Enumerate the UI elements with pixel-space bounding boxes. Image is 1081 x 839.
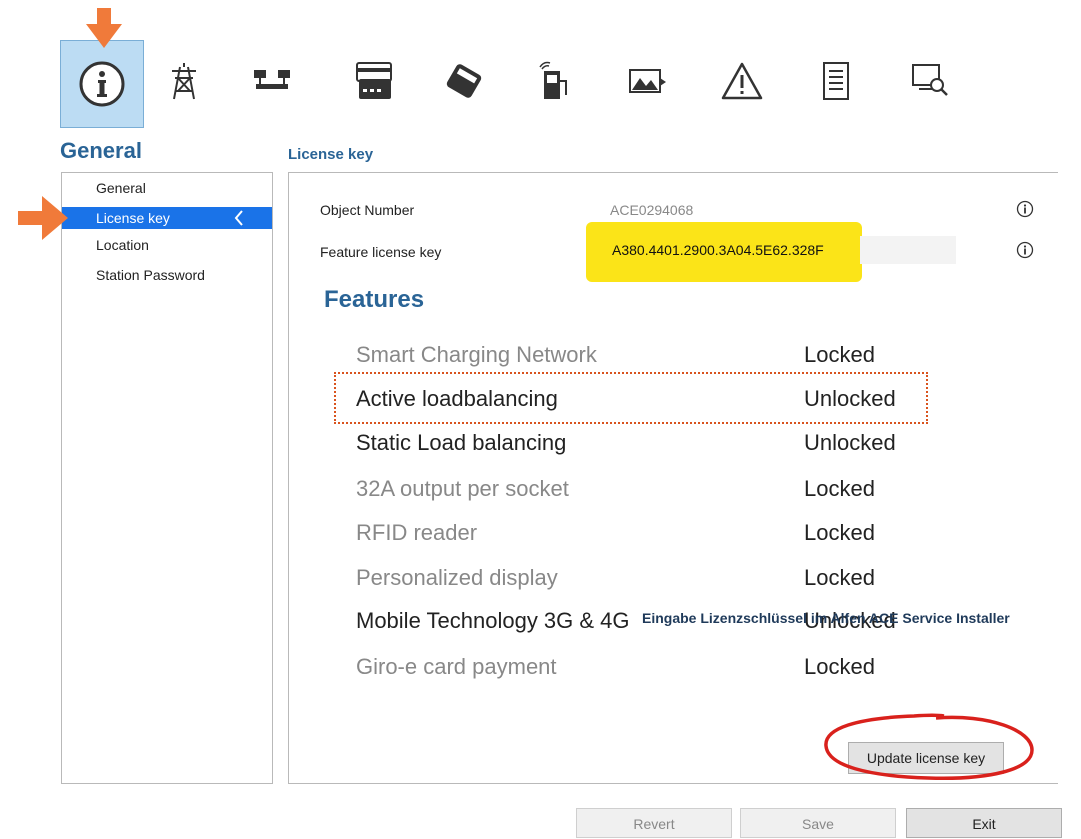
network-nodes-icon [254, 70, 290, 89]
payment-terminal-icon [446, 64, 482, 98]
feature-status: Unlocked [804, 430, 896, 455]
sidebar-item-label: Location [96, 237, 149, 253]
feature-name: Active loadbalancing [356, 386, 558, 411]
card-reader-icon [356, 62, 392, 99]
display-image-icon [629, 69, 666, 93]
annotation-caption: Eingabe Lizenzschlüssel im Alfen ACE Ser… [642, 610, 1010, 626]
toolbar-grid-button[interactable] [156, 56, 212, 106]
power-pylon-icon [172, 63, 196, 100]
toolbar-charger-button[interactable] [526, 56, 582, 106]
license-key-field-remainder [860, 236, 956, 264]
toolbar-info-button[interactable] [60, 40, 144, 128]
sidebar-item-license-key[interactable]: License key [62, 207, 272, 229]
license-key-input[interactable]: A380.4401.2900.3A04.5E62.328F [612, 242, 824, 258]
sidebar-item-station-password[interactable]: Station Password [62, 264, 272, 286]
toolbar-document-button[interactable] [808, 56, 864, 106]
feature-status: Locked [804, 520, 875, 545]
feature-name: Giro-e card payment [356, 654, 557, 679]
toolbar-network-button[interactable] [244, 56, 300, 106]
warning-icon [721, 62, 763, 100]
sidebar-item-location[interactable]: Location [62, 234, 272, 256]
feature-name: Mobile Technology 3G & 4G [356, 608, 630, 633]
feature-status: Locked [804, 565, 875, 590]
panel-title: License key [288, 146, 374, 163]
feature-key-label: Feature license key [320, 244, 442, 260]
feature-name: Static Load balancing [356, 430, 567, 455]
sidebar-nav: General License key Location Station Pas… [61, 172, 273, 784]
chevron-left-icon [234, 210, 243, 226]
feature-name: Smart Charging Network [356, 342, 597, 367]
annotation-red-circle [824, 713, 1034, 781]
diagnostics-icon [912, 64, 948, 96]
feature-status: Locked [804, 654, 875, 679]
toolbar-card-button[interactable] [346, 56, 402, 106]
toolbar-diagnostics-button[interactable] [902, 56, 958, 106]
feature-status: Locked [804, 342, 875, 367]
object-number-value: ACE0294068 [610, 202, 694, 218]
feature-name: RFID reader [356, 520, 478, 545]
sidebar-item-general[interactable]: General [62, 177, 272, 199]
info-icon[interactable] [1016, 241, 1034, 259]
charging-station-icon [539, 61, 567, 99]
features-heading: Features [324, 286, 425, 313]
toolbar-display-button[interactable] [620, 56, 676, 106]
feature-name: 32A output per socket [356, 476, 569, 501]
toolbar-warning-button[interactable] [714, 56, 770, 106]
annotation-arrow-right [18, 196, 68, 240]
info-icon [79, 61, 125, 107]
sidebar-item-label: Station Password [96, 267, 205, 283]
feature-status: Unlocked [804, 386, 896, 411]
sidebar-item-label: General [96, 180, 146, 196]
feature-status: Locked [804, 476, 875, 501]
object-number-label: Object Number [320, 202, 415, 218]
toolbar-payment-button[interactable] [436, 56, 492, 106]
annotation-arrow-down [86, 8, 122, 48]
sidebar-item-label: License key [96, 210, 170, 226]
info-icon[interactable] [1016, 200, 1034, 218]
section-title: General [60, 138, 142, 163]
feature-name: Personalized display [356, 565, 558, 590]
document-icon [823, 62, 849, 100]
